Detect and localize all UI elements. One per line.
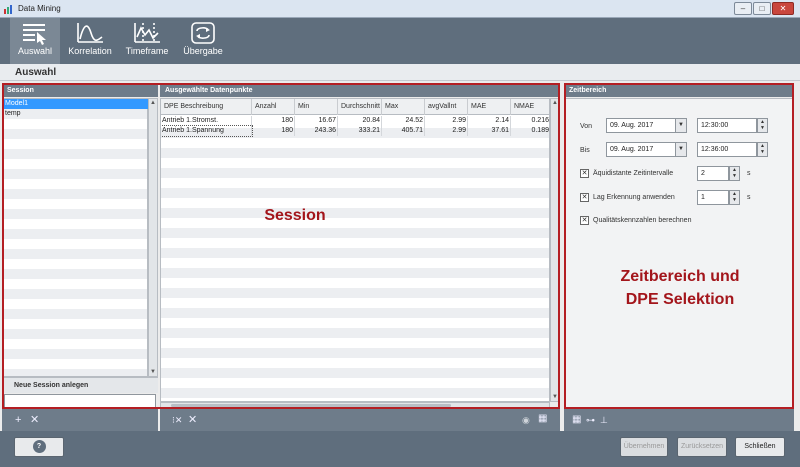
zeitbereich-annotation-label-2: DPE Selektion <box>625 291 735 308</box>
help-button[interactable]: ? <box>14 437 64 457</box>
timeframe-chart-icon <box>134 23 160 43</box>
main-toolbar: Auswahl Korrelation Timeframe Übergabe <box>0 18 800 64</box>
dpe-tree-icon[interactable]: ⊶ <box>586 413 595 427</box>
maximize-button[interactable]: □ <box>753 2 771 15</box>
main-content: Session Model1 temp ▲ ▼ Neue Session anle… <box>0 81 800 431</box>
toolbar-timeframe-label: Timeframe <box>125 46 169 56</box>
zeitbereich-annotation-label-1: Zeitbereich und <box>620 268 740 285</box>
export-csv-icon[interactable]: ◉ <box>522 413 530 427</box>
toolbar-auswahl-label: Auswahl <box>17 46 53 56</box>
title-bar: Data Mining – □ ✕ <box>0 0 800 18</box>
toolbar-uebergabe-label: Übergabe <box>183 46 223 56</box>
page-title: Auswahl <box>15 67 57 78</box>
application-window: Data Mining – □ ✕ Auswahl Korrelation Ti… <box>0 0 800 467</box>
table-settings-icon[interactable]: ▦ <box>538 412 547 426</box>
toolbar-uebergabe-button[interactable]: Übergabe <box>176 18 230 64</box>
toolbar-korrelation-button[interactable]: Korrelation <box>62 18 118 64</box>
zeitbereich-annotation-frame <box>564 83 794 409</box>
bottom-bar: ? Übernehmen Zurücksetzen Schließen <box>0 431 800 467</box>
selection-icon <box>23 24 46 45</box>
apply-button[interactable]: Übernehmen <box>620 437 668 457</box>
window-title: Data Mining <box>18 4 61 13</box>
toolbar-auswahl-button[interactable]: Auswahl <box>10 18 60 64</box>
session-footer: + ✕ <box>2 409 158 431</box>
zeitbereich-footer: ▦ ⊶ ⊥ <box>564 409 794 431</box>
transfer-arrows-icon <box>191 22 215 44</box>
hierarchy-icon[interactable]: ⊥ <box>600 413 608 427</box>
toolbar-timeframe-button[interactable]: Timeframe <box>120 18 174 64</box>
remove-selected-icon[interactable]: ⁝✕ <box>172 413 182 427</box>
delete-all-icon[interactable]: ✕ <box>188 413 197 427</box>
close-button[interactable]: Schließen <box>735 437 785 457</box>
app-icon <box>4 5 12 14</box>
toolbar-korrelation-label: Korrelation <box>68 46 112 56</box>
add-session-icon[interactable]: + <box>15 413 21 427</box>
session-annotation-label: Session <box>264 207 326 224</box>
delete-session-icon[interactable]: ✕ <box>30 413 39 427</box>
session-annotation-frame <box>2 83 560 409</box>
reset-button[interactable]: Zurücksetzen <box>677 437 727 457</box>
minimize-button[interactable]: – <box>734 2 752 15</box>
help-icon: ? <box>32 440 46 453</box>
page-subheader: Auswahl <box>0 64 800 81</box>
correlation-curve-icon <box>77 23 103 43</box>
datapoints-footer: ⁝✕ ✕ ◉ ▦ <box>160 409 560 431</box>
calendar-icon[interactable]: ▦ <box>572 413 581 427</box>
close-window-button[interactable]: ✕ <box>772 2 794 15</box>
